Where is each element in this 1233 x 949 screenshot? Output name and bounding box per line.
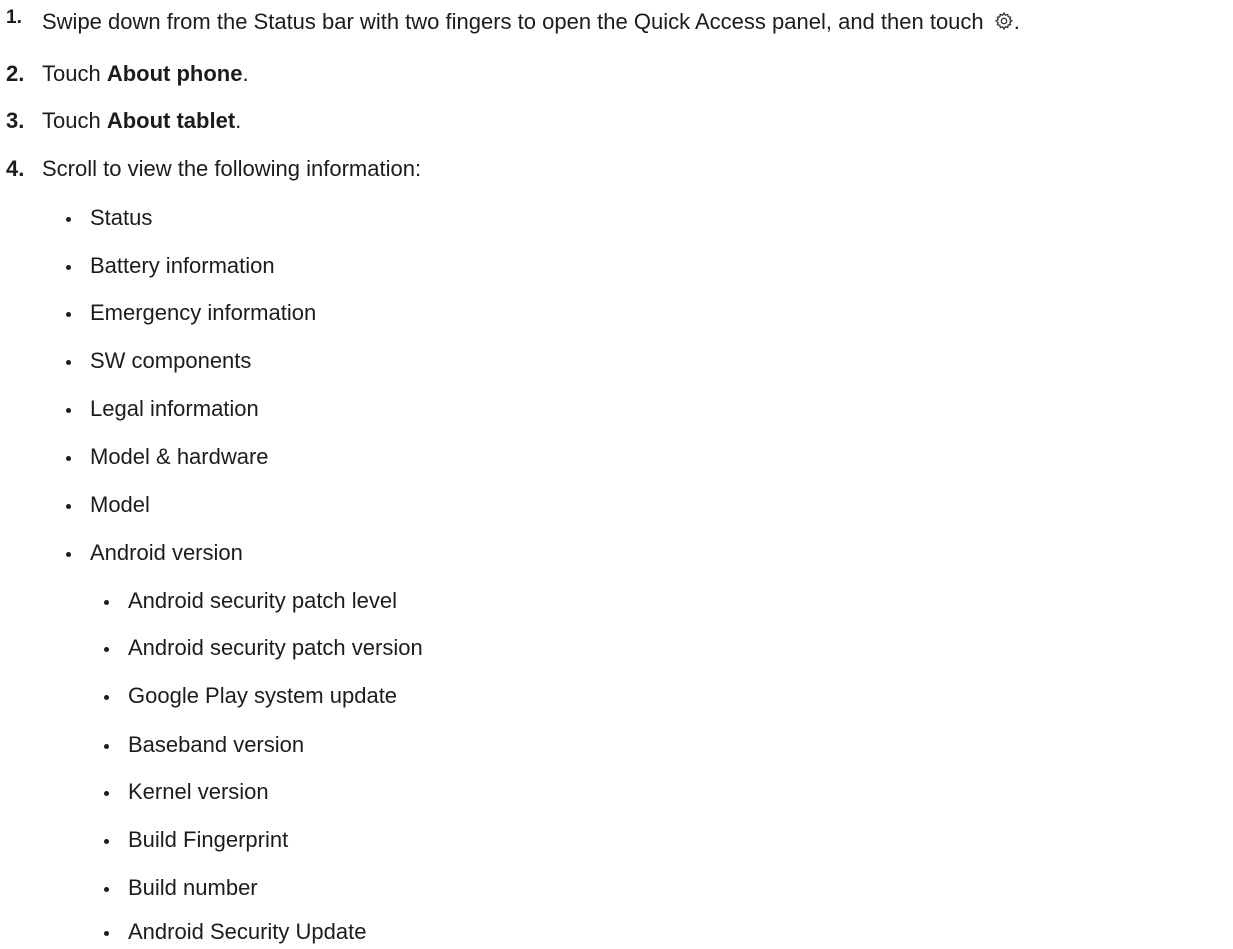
sub-list-item: Android security patch level	[104, 585, 397, 617]
step-prefix: Touch	[42, 108, 107, 133]
sub-list-item: Build number	[104, 872, 258, 904]
bullet-icon	[66, 264, 71, 270]
list-item-label: Battery information	[90, 253, 275, 278]
step-number: 1.	[6, 7, 22, 28]
sub-list-item: Google Play system update	[104, 680, 397, 712]
bullet-icon	[66, 551, 71, 557]
list-item: Emergency information	[66, 297, 316, 329]
sub-list-item: Kernel version	[104, 776, 269, 808]
list-item: Model	[66, 489, 150, 521]
list-item-label: Status	[90, 205, 153, 230]
sub-list-item: Android security patch version	[104, 632, 423, 664]
list-item: Status	[66, 202, 152, 234]
sub-list-item-label: Android Security Update	[128, 919, 367, 944]
step-number: 2.	[6, 61, 25, 86]
step-4: 4. Scroll to view the following informat…	[0, 153, 421, 185]
step-suffix: .	[235, 108, 242, 133]
bullet-icon	[66, 503, 71, 509]
bullet-icon	[104, 694, 109, 700]
step-text: Swipe down from the Status bar with two …	[42, 9, 1020, 35]
list-item: SW components	[66, 345, 251, 377]
sub-list-item-label: Google Play system update	[128, 683, 398, 708]
list-item-label: Model	[90, 492, 150, 517]
list-item: Model & hardware	[66, 441, 269, 473]
step-1: 1. Swipe down from the Status bar with t…	[0, 6, 1020, 38]
list-item-label: Emergency information	[90, 300, 317, 325]
sub-list-item-label: Kernel version	[128, 779, 269, 804]
bullet-icon	[104, 790, 109, 796]
list-item: Legal information	[66, 393, 259, 425]
procedure-document: 1. Swipe down from the Status bar with t…	[0, 0, 1233, 949]
list-item-label: Android version	[90, 540, 243, 565]
step-number: 3.	[6, 108, 25, 133]
sub-list-item-label: Android security patch level	[128, 588, 398, 613]
step-text: Scroll to view the following information…	[42, 156, 422, 181]
gear-icon	[994, 11, 1013, 31]
sub-list-item-label: Baseband version	[128, 732, 305, 757]
sub-list-item: Baseband version	[104, 729, 304, 761]
bullet-icon	[66, 311, 71, 317]
sub-list-item-label: Build number	[128, 875, 258, 900]
bullet-icon	[66, 407, 71, 413]
list-item-label: Model & hardware	[90, 444, 269, 469]
bullet-icon	[104, 743, 109, 749]
step-text-after: .	[1013, 9, 1020, 34]
sub-list-item-label: Android security patch version	[128, 635, 423, 660]
list-item-label: Legal information	[90, 396, 259, 421]
list-item-label: SW components	[90, 348, 252, 373]
step-number: 4.	[6, 156, 25, 181]
bullet-icon	[66, 359, 71, 365]
list-item: Android version	[66, 537, 243, 569]
bullet-icon	[66, 455, 71, 461]
step-2: 2. Touch About phone.	[0, 58, 249, 90]
bullet-icon	[104, 646, 109, 652]
bullet-icon	[66, 216, 71, 222]
step-text: Touch About phone.	[42, 61, 249, 87]
bullet-icon	[104, 599, 109, 605]
bullet-icon	[104, 930, 109, 936]
step-prefix: Touch	[42, 61, 107, 86]
sub-list-item: Build Fingerprint	[104, 824, 288, 856]
step-suffix: .	[242, 61, 249, 86]
ui-label-about-phone: About phone	[106, 61, 243, 86]
list-item: Battery information	[66, 250, 275, 282]
sub-list-item: Android Security Update	[104, 916, 366, 948]
ui-label-about-tablet: About tablet	[106, 108, 236, 133]
bullet-icon	[104, 886, 109, 892]
sub-list-item-label: Build Fingerprint	[128, 827, 289, 852]
step-text: Touch About tablet.	[42, 108, 241, 134]
bullet-icon	[104, 838, 109, 844]
step-3: 3. Touch About tablet.	[0, 105, 241, 137]
step-text-before: Swipe down from the Status bar with two …	[42, 9, 984, 34]
